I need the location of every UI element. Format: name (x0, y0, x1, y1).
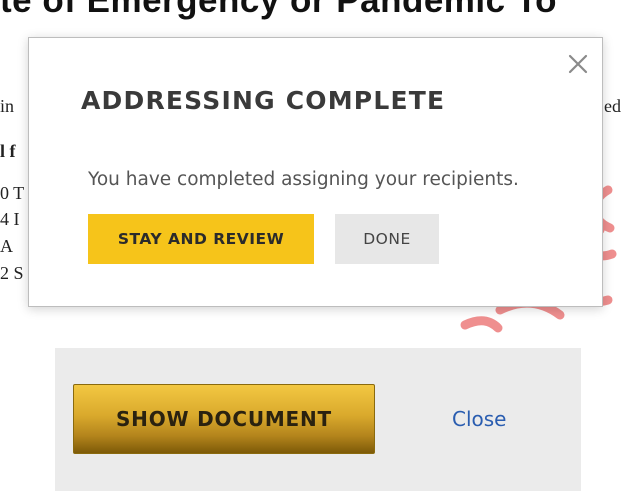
dialog-message: You have completed assigning your recipi… (88, 169, 519, 190)
document-text-fragment: A (0, 236, 13, 256)
document-text-fragment: 2 S (0, 263, 24, 283)
document-text-fragment: ed (604, 96, 621, 116)
document-text-fragment: in (0, 96, 15, 116)
document-text-fragment: 4 I (0, 209, 20, 229)
document-heading: te of Emergency or Pandemic To (0, 0, 557, 20)
stay-and-review-button[interactable]: STAY AND REVIEW (88, 214, 314, 264)
done-button[interactable]: DONE (335, 214, 439, 264)
addressing-complete-dialog: ADDRESSING COMPLETE You have completed a… (28, 37, 603, 307)
close-link[interactable]: Close (452, 407, 506, 431)
document-text-fragment: l f (0, 141, 16, 161)
document-text-fragment: 0 T (0, 183, 25, 203)
show-document-button[interactable]: SHOW DOCUMENT (73, 384, 375, 454)
document-action-bar: SHOW DOCUMENT Close (55, 348, 581, 491)
close-icon (568, 54, 588, 74)
dialog-title: ADDRESSING COMPLETE (81, 86, 446, 115)
close-dialog-button[interactable] (564, 50, 592, 78)
